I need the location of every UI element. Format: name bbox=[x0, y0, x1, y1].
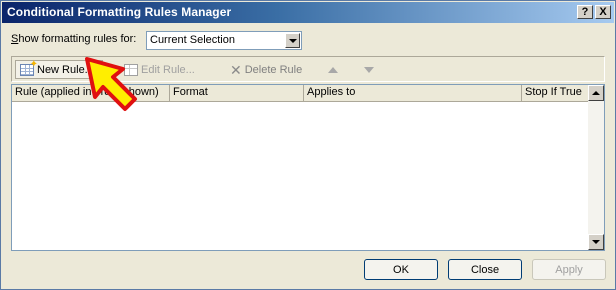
column-header-applies-to[interactable]: Applies to bbox=[304, 85, 522, 101]
apply-button[interactable]: Apply bbox=[532, 259, 606, 280]
scroll-down-button[interactable] bbox=[588, 234, 604, 250]
move-up-button[interactable] bbox=[328, 60, 338, 79]
edit-rule-label: Edit Rule... bbox=[141, 63, 195, 76]
close-button[interactable]: Close bbox=[448, 259, 522, 280]
ok-button[interactable]: OK bbox=[364, 259, 438, 280]
new-table-icon: ✦ bbox=[20, 59, 38, 76]
apply-label: Apply bbox=[555, 263, 583, 276]
close-label: Close bbox=[470, 263, 500, 276]
chevron-down-icon[interactable] bbox=[285, 33, 300, 48]
column-header-format[interactable]: Format bbox=[170, 85, 304, 101]
pointer-arrow-icon bbox=[85, 57, 137, 111]
move-down-button[interactable] bbox=[364, 60, 374, 79]
help-icon: ? bbox=[581, 5, 589, 18]
ok-label: OK bbox=[393, 263, 409, 276]
column-header-stop-if-true[interactable]: Stop If True bbox=[522, 85, 588, 101]
scroll-up-button[interactable] bbox=[588, 85, 604, 101]
delete-rule-label: Delete Rule bbox=[244, 63, 303, 76]
title-bar: Conditional Formatting Rules Manager ? X bbox=[2, 2, 614, 23]
close-icon: X bbox=[599, 5, 607, 18]
delete-rule-button[interactable]: ✕ Delete Rule bbox=[230, 60, 302, 79]
title-close-button[interactable]: X bbox=[595, 5, 611, 19]
scope-dropdown[interactable]: Current Selection bbox=[146, 31, 302, 50]
pointer-arrow-shape bbox=[85, 57, 137, 111]
triangle-up-icon bbox=[328, 66, 338, 73]
help-button[interactable]: ? bbox=[577, 5, 593, 19]
vertical-scrollbar[interactable] bbox=[588, 85, 604, 250]
rules-manager-dialog: Conditional Formatting Rules Manager ? X… bbox=[0, 0, 616, 290]
dialog-title: Conditional Formatting Rules Manager bbox=[7, 5, 232, 19]
delete-x-icon: ✕ bbox=[230, 61, 242, 78]
triangle-down-icon bbox=[364, 66, 374, 73]
scope-label: Show formatting rules for: bbox=[11, 33, 137, 45]
scope-selected-value: Current Selection bbox=[150, 34, 235, 46]
